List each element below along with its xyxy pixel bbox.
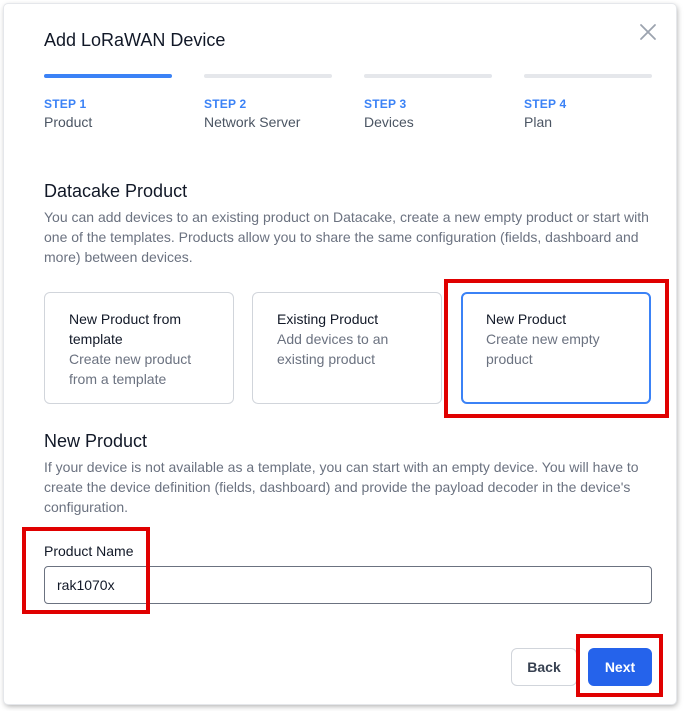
option-card-new[interactable]: New Product Create new empty product	[461, 292, 651, 404]
step-number: STEP 1	[44, 97, 87, 111]
step-label: Devices	[364, 114, 414, 130]
option-card-template[interactable]: New Product from template Create new pro…	[44, 292, 234, 404]
step-progress-bar	[364, 74, 492, 78]
step-label: Plan	[524, 114, 553, 130]
product-section-description: You can add devices to an existing produ…	[44, 209, 649, 265]
step-number: STEP 3	[364, 97, 407, 111]
step-label: Product	[44, 114, 93, 130]
step-label: Network Server	[204, 114, 301, 130]
option-title: Existing Product	[277, 311, 379, 327]
step-3[interactable]: STEP 3 Devices	[364, 74, 492, 130]
product-name-label: Product Name	[44, 543, 134, 559]
step-2[interactable]: STEP 2 Network Server	[204, 74, 332, 130]
new-product-description: If your device is not available as a tem…	[44, 459, 639, 515]
step-progress-bar	[524, 74, 652, 78]
close-icon[interactable]	[638, 22, 658, 42]
step-progress-bar	[44, 74, 172, 78]
step-1[interactable]: STEP 1 Product	[44, 74, 172, 130]
product-name-input[interactable]	[44, 566, 652, 604]
product-section-title: Datacake Product	[44, 181, 188, 201]
next-button[interactable]: Next	[588, 648, 652, 686]
option-description: Create new product from a template	[69, 351, 192, 387]
step-number: STEP 2	[204, 97, 247, 111]
new-product-title: New Product	[44, 431, 148, 451]
step-progress-bar	[204, 74, 332, 78]
step-number: STEP 4	[524, 97, 567, 111]
option-description: Create new empty product	[486, 331, 600, 367]
step-4[interactable]: STEP 4 Plan	[524, 74, 652, 130]
back-button[interactable]: Back	[511, 648, 577, 686]
option-title: New Product	[486, 311, 567, 327]
option-title: New Product from template	[69, 311, 182, 347]
option-description: Add devices to an existing product	[277, 331, 389, 367]
dialog-title: Add LoRaWAN Device	[44, 30, 226, 50]
option-card-existing[interactable]: Existing Product Add devices to an exist…	[252, 292, 442, 404]
